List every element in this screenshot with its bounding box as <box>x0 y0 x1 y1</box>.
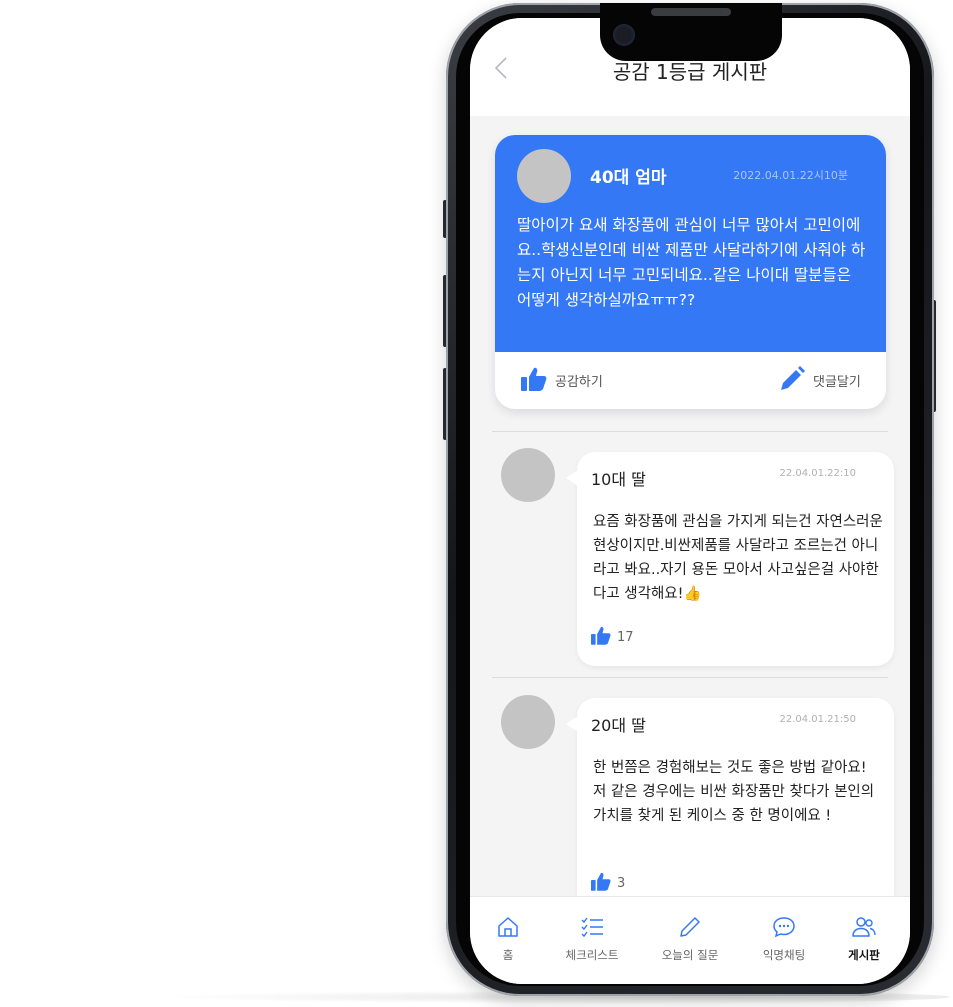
comment-date: 22.04.01.21:50 <box>779 714 856 725</box>
nav-label: 게시판 <box>848 948 880 962</box>
comment-card: 20대 딸 22.04.01.21:50 한 번쯤은 경험해보는 것도 좋은 방… <box>566 698 894 912</box>
app-screen: 공감 1등급 게시판 40대 엄마 2022.04.01.22시10분 딸아이가… <box>470 18 910 984</box>
post-date: 2022.04.01.22시10분 <box>733 169 848 182</box>
pencil-icon <box>779 365 813 396</box>
main-post-card: 40대 엄마 2022.04.01.22시10분 딸아이가 요새 화장품에 관심… <box>495 135 886 409</box>
thumbs-up-icon <box>591 626 617 649</box>
nav-item-board[interactable]: 게시판 <box>820 897 908 984</box>
write-comment-button[interactable]: 댓글달기 <box>779 352 861 409</box>
comment-author: 20대 딸 <box>591 716 646 735</box>
comment-like-button[interactable]: 17 <box>591 626 634 649</box>
like-button[interactable]: 공감하기 <box>521 352 603 409</box>
avatar <box>501 448 555 502</box>
nav-item-home[interactable]: 홈 <box>470 897 552 984</box>
nav-label: 익명채팅 <box>762 948 806 962</box>
comment-like-button[interactable]: 3 <box>591 872 625 895</box>
avatar <box>517 149 571 203</box>
speaker-grille <box>651 8 731 16</box>
comment-body: 한 번쯤은 경험해보는 것도 좋은 방법 같아요! 저 같은 경우에는 비싼 화… <box>593 760 875 824</box>
comment-label: 댓글달기 <box>813 375 861 390</box>
like-label: 공감하기 <box>555 375 603 390</box>
thumbs-up-icon <box>591 872 617 895</box>
nav-item-question[interactable]: 오늘의 질문 <box>646 897 734 984</box>
nav-label: 홈 <box>502 948 514 962</box>
nav-item-checklist[interactable]: 체크리스트 <box>548 897 636 984</box>
comment-card: 10대 딸 22.04.01.22:10 요즘 화장품에 관심을 가지게 되는건… <box>566 452 894 666</box>
comment-date: 22.04.01.22:10 <box>779 468 856 479</box>
nav-label: 오늘의 질문 <box>661 948 719 962</box>
comment-body: 요즘 화장품에 관심을 가지게 되는건 자연스러운 현상이지만.비싼제품를 사달… <box>593 514 883 602</box>
comment-author: 10대 딸 <box>591 470 646 489</box>
post-author: 40대 엄마 <box>590 168 667 188</box>
front-camera <box>613 24 635 46</box>
like-count: 3 <box>617 876 626 891</box>
post-body: 딸아이가 요새 화장품에 관심이 너무 많아서 고민이에요..학생신분인데 비싼… <box>517 216 866 309</box>
avatar <box>501 695 555 749</box>
post-actions: 공감하기 댓글달기 <box>495 352 886 409</box>
nav-label: 체크리스트 <box>565 948 619 962</box>
thumbs-up-icon <box>521 367 555 395</box>
divider <box>492 431 888 432</box>
like-count: 17 <box>617 630 634 645</box>
bottom-nav: 홈 체크리스트 오늘의 질문 익명채팅 게시판 <box>470 896 910 984</box>
divider <box>492 677 888 678</box>
nav-item-chat[interactable]: 익명채팅 <box>740 897 828 984</box>
main-post-content: 40대 엄마 2022.04.01.22시10분 딸아이가 요새 화장품에 관심… <box>495 135 886 352</box>
